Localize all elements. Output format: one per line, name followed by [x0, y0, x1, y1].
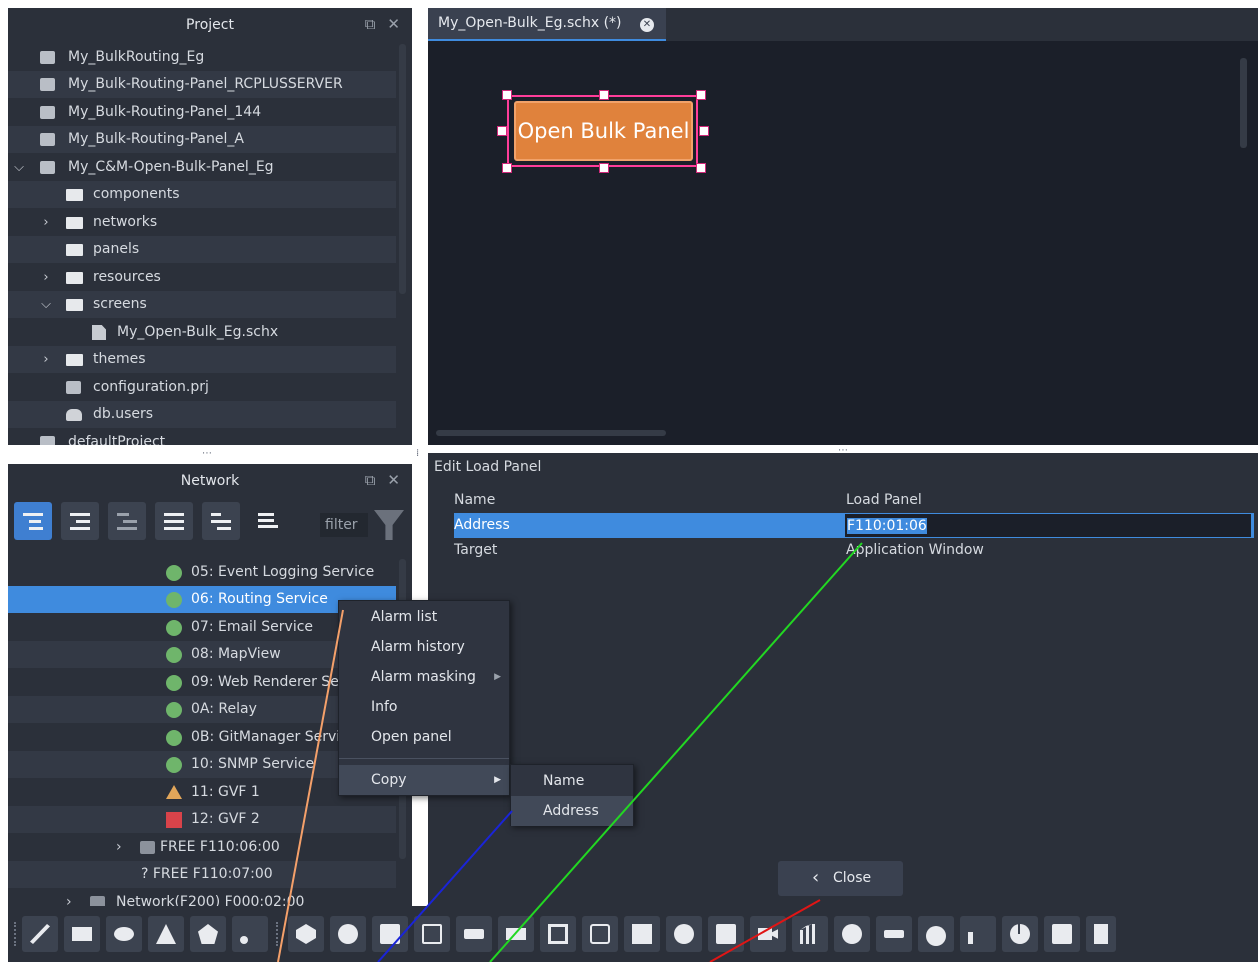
annotation-overlay	[277, 542, 863, 962]
annotation-line-blue	[377, 810, 513, 962]
annotation-line-green	[489, 542, 863, 962]
annotation-line-red	[709, 899, 821, 962]
annotation-line-orange	[277, 609, 344, 962]
